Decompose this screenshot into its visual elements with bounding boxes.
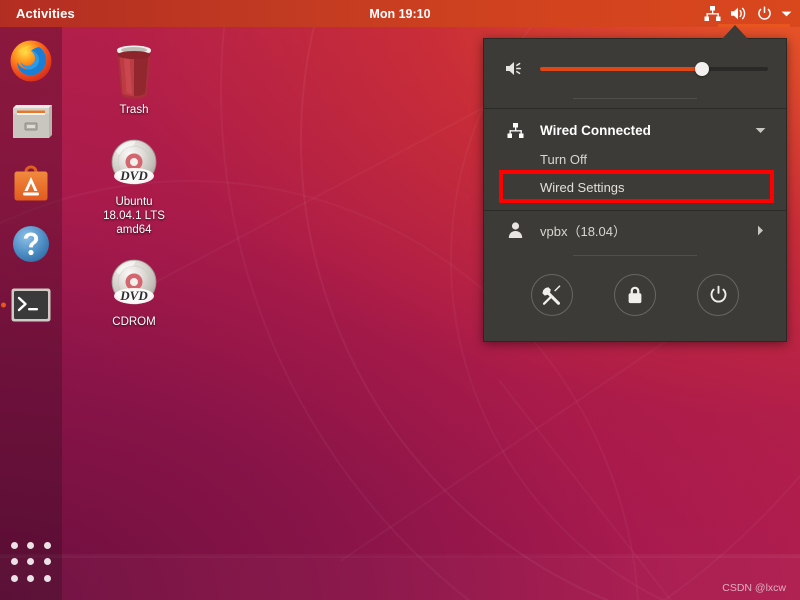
network-turn-off-item[interactable]: Turn Off <box>484 145 786 173</box>
user-account-label: vpbx（18.04） <box>540 223 626 239</box>
grid-dot <box>10 541 18 549</box>
dock <box>0 27 62 600</box>
network-status-row[interactable]: Wired Connected <box>484 115 786 145</box>
svg-text:DVD: DVD <box>119 168 148 183</box>
grid-dot <box>44 541 52 549</box>
network-turn-off-label: Turn Off <box>540 151 587 167</box>
dock-item-files[interactable] <box>7 98 55 146</box>
network-settings-item-wrap: Wired Settings <box>484 170 786 203</box>
power-button[interactable] <box>697 273 740 316</box>
network-status-label: Wired Connected <box>540 122 651 138</box>
volume-medium-icon[interactable] <box>502 60 528 77</box>
grid-dot <box>44 575 52 583</box>
volume-slider-handle[interactable] <box>694 61 709 76</box>
user-icon <box>502 222 528 238</box>
grid-dot <box>10 558 18 566</box>
power-icon[interactable] <box>757 6 772 21</box>
dvd-disc-icon: DVD <box>111 139 157 185</box>
volume-section <box>484 39 786 98</box>
svg-text:DVD: DVD <box>119 288 148 303</box>
dock-item-terminal[interactable] <box>1 281 55 329</box>
desktop-icon-label: Trash <box>119 104 149 116</box>
network-settings-label: Wired Settings <box>540 179 625 195</box>
network-wired-icon <box>502 122 528 138</box>
trash-icon <box>117 45 151 99</box>
grid-dot <box>27 541 35 549</box>
dvd-disc-icon: DVD <box>111 259 157 305</box>
volume-slider-fill <box>540 66 702 71</box>
network-section: Wired Connected Turn Off Wired Settings <box>484 109 786 210</box>
activities-button[interactable]: Activities <box>6 4 85 23</box>
network-wired-icon[interactable] <box>704 6 721 21</box>
desktop-icon-cdrom[interactable]: DVD CDROM <box>78 256 190 329</box>
top-bar: Activities Mon 19:10 <box>0 0 800 27</box>
wallpaper-band <box>0 554 800 558</box>
user-account-row[interactable]: vpbx（18.04） <box>484 216 786 244</box>
user-section: vpbx（18.04） <box>484 211 786 248</box>
lock-icon <box>628 286 642 303</box>
grid-dot <box>27 558 35 566</box>
grid-dot <box>44 558 52 566</box>
desktop-icon-label: CDROM <box>112 316 156 328</box>
power-icon <box>710 285 727 303</box>
grid-dot <box>27 575 35 583</box>
chevron-down-icon[interactable] <box>781 10 792 18</box>
watermark: CSDN @lxcw <box>722 582 786 594</box>
volume-high-icon[interactable] <box>730 6 748 21</box>
lock-button[interactable] <box>613 273 656 316</box>
dock-item-ubuntu-software[interactable] <box>7 159 55 207</box>
system-actions-row <box>484 256 786 341</box>
grid-dot <box>10 575 18 583</box>
desktop-icon-ubuntu-iso[interactable]: DVD Ubuntu 18.04.1 LTS amd64 <box>78 136 190 237</box>
desktop-icon-trash[interactable]: Trash <box>78 42 190 117</box>
dock-item-firefox[interactable] <box>7 37 55 85</box>
tools-icon <box>542 284 561 305</box>
wallpaper-band <box>0 556 800 600</box>
volume-slider[interactable] <box>540 60 768 78</box>
system-menu-panel: Wired Connected Turn Off Wired Settings <box>483 38 787 342</box>
system-menu-pointer <box>722 25 748 39</box>
dock-item-help[interactable] <box>7 220 55 268</box>
desktop-icon-label: Ubuntu 18.04.1 LTS amd64 <box>103 196 165 236</box>
desktop-screen: Activities Mon 19:10 Trash DVD Ubuntu 18… <box>0 0 800 600</box>
chevron-right-icon[interactable] <box>752 225 768 236</box>
network-settings-item[interactable]: Wired Settings <box>484 173 786 201</box>
chevron-down-icon[interactable] <box>752 127 768 134</box>
system-status-area[interactable] <box>704 0 792 27</box>
settings-button[interactable] <box>530 273 573 316</box>
clock[interactable]: Mon 19:10 <box>0 7 800 21</box>
running-indicator-dot <box>1 302 6 308</box>
show-applications-button[interactable] <box>7 538 55 586</box>
